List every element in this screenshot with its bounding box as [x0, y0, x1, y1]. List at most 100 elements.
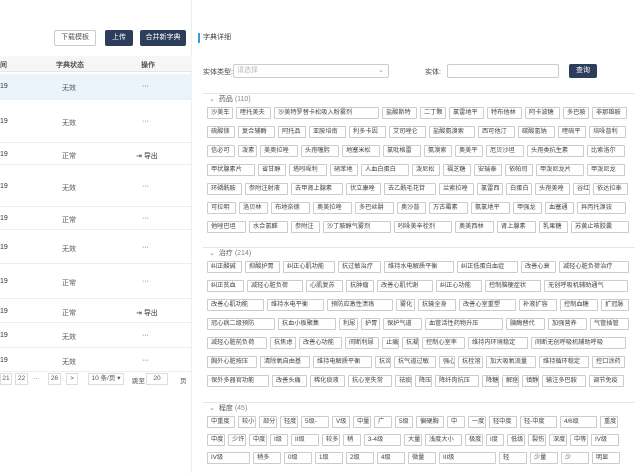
- dictionary-tag[interactable]: 预防应激性溃疡: [327, 299, 393, 311]
- dictionary-tag[interactable]: 抗炎: [375, 356, 391, 368]
- dictionary-tag[interactable]: 间断无创呼吸机辅助呼吸: [531, 337, 626, 349]
- dictionary-tag[interactable]: 苏黄止咳胶囊: [571, 221, 629, 233]
- dictionary-tag[interactable]: 泼素: [238, 145, 257, 157]
- row-export-link[interactable]: ⇥ 导出: [136, 151, 158, 161]
- dictionary-tag[interactable]: 依帕司: [505, 164, 533, 176]
- dictionary-tag[interactable]: 血管活性药物升压: [425, 318, 503, 330]
- dictionary-tag[interactable]: 参附注射液: [245, 183, 288, 195]
- dictionary-tag[interactable]: 4/6级: [560, 416, 597, 428]
- dictionary-tag[interactable]: 护胃: [361, 318, 380, 330]
- dictionary-tag[interactable]: 抗输全身: [418, 299, 456, 311]
- dictionary-tag[interactable]: 多巴胺: [563, 107, 589, 119]
- page-22[interactable]: 22: [15, 373, 28, 385]
- dictionary-tag[interactable]: 多巴丝肼: [355, 202, 394, 214]
- dictionary-tag[interactable]: 地塞米松: [342, 145, 380, 157]
- dictionary-tag[interactable]: 广: [374, 416, 392, 428]
- dictionary-tag[interactable]: 洛贝林: [239, 202, 268, 214]
- dictionary-tag[interactable]: 美奥拉唑: [260, 145, 298, 157]
- section-header[interactable]: ⌄ 治疗 (214): [209, 248, 251, 258]
- dictionary-tag[interactable]: 改善心肌代谢: [377, 280, 433, 292]
- dictionary-tag[interactable]: 维持内环境稳定: [468, 337, 528, 349]
- dictionary-tag[interactable]: 一度: [468, 416, 486, 428]
- dictionary-tag[interactable]: 硫酸镁: [207, 126, 235, 138]
- dictionary-tag[interactable]: 中度: [249, 434, 267, 446]
- dictionary-tag[interactable]: 布地奈德: [271, 202, 310, 214]
- dictionary-tag[interactable]: 信必可: [207, 145, 235, 157]
- dictionary-tag[interactable]: 去乙酰毛花苷: [384, 183, 436, 195]
- dictionary-tag[interactable]: 环磷酰胺: [207, 183, 242, 195]
- dictionary-tag[interactable]: 微量: [408, 452, 436, 464]
- upload-button[interactable]: 上传: [105, 30, 133, 46]
- row-more-button[interactable]: ···: [142, 357, 149, 364]
- dictionary-tag[interactable]: 控制心室率: [422, 337, 465, 349]
- dictionary-tag[interactable]: 抑酸护胃: [245, 261, 280, 273]
- dictionary-tag[interactable]: 氯雷西: [477, 183, 503, 195]
- entity-type-select[interactable]: 请选择 ⌄: [233, 64, 389, 78]
- dictionary-tag[interactable]: 少: [561, 452, 589, 464]
- dictionary-tag[interactable]: 氯雷地平: [449, 107, 484, 119]
- dictionary-tag[interactable]: V级: [332, 416, 350, 428]
- dictionary-tag[interactable]: 万古霉素: [429, 202, 468, 214]
- dictionary-tag[interactable]: 稀化痰液: [310, 375, 345, 387]
- dictionary-tag[interactable]: 伏立康唑: [346, 183, 381, 195]
- dictionary-tag[interactable]: 减轻心脏负荷治疗: [559, 261, 629, 273]
- dictionary-tag[interactable]: 减轻心脏前负荷: [207, 337, 267, 349]
- dictionary-tag[interactable]: 止痛: [382, 337, 399, 349]
- dictionary-tag[interactable]: 稍: [343, 434, 361, 446]
- dictionary-tag[interactable]: 少许: [228, 434, 246, 446]
- dictionary-tag[interactable]: 0级: [284, 452, 312, 464]
- dictionary-tag[interactable]: 甲强龙: [513, 202, 542, 214]
- dictionary-tag[interactable]: 偏硬胸: [416, 416, 444, 428]
- dictionary-tag[interactable]: 扩冠脉: [601, 299, 629, 311]
- dictionary-tag[interactable]: 浅度大小: [425, 434, 462, 446]
- dictionary-tag[interactable]: 雾化: [396, 299, 415, 311]
- dictionary-tag[interactable]: 泼尼松: [412, 164, 440, 176]
- dictionary-tag[interactable]: 奥美拉唑: [313, 202, 352, 214]
- row-more-button[interactable]: ···: [142, 183, 149, 190]
- dictionary-tag[interactable]: 奥美西林: [455, 221, 494, 233]
- dictionary-tag[interactable]: 控制血糖: [560, 299, 598, 311]
- page-21[interactable]: 21: [0, 373, 12, 385]
- dictionary-tag[interactable]: 减轻心脏负荷: [247, 280, 303, 292]
- dictionary-tag[interactable]: 改善头痛: [272, 375, 307, 387]
- row-more-button[interactable]: ···: [142, 244, 149, 251]
- dictionary-tag[interactable]: 胸外心脏按压: [207, 356, 257, 368]
- dictionary-tag[interactable]: 轻: [499, 452, 527, 464]
- dictionary-tag[interactable]: 甲状腺素片: [207, 164, 255, 176]
- dictionary-tag[interactable]: 兰索拉唑: [439, 183, 474, 195]
- dictionary-tag[interactable]: 阿卡波糖: [525, 107, 560, 119]
- dictionary-tag[interactable]: 异丙托溴铵: [577, 202, 626, 214]
- dictionary-tag[interactable]: 二丁颗: [420, 107, 446, 119]
- dictionary-tag[interactable]: 阿托品: [278, 126, 306, 138]
- dictionary-tag[interactable]: 大量: [404, 434, 422, 446]
- dictionary-tag[interactable]: 可拉明: [207, 202, 236, 214]
- dictionary-tag[interactable]: 奥美平: [455, 145, 483, 157]
- dictionary-tag[interactable]: 盐酸斯特: [382, 107, 417, 119]
- table-row[interactable]: 19 无效 ···: [0, 101, 192, 143]
- dictionary-tag[interactable]: 利多卡因: [349, 126, 386, 138]
- row-more-button[interactable]: ···: [142, 278, 149, 285]
- dictionary-tag[interactable]: 硝苯地: [330, 164, 358, 176]
- table-row[interactable]: 19 无效 ···: [0, 74, 192, 100]
- dictionary-tag[interactable]: 2级: [346, 452, 374, 464]
- dictionary-tag[interactable]: 5级-: [301, 416, 329, 428]
- dictionary-tag[interactable]: 轻度: [280, 416, 298, 428]
- table-row[interactable]: 19 无效 ···: [0, 167, 192, 207]
- dictionary-tag[interactable]: 心肌复苏: [306, 280, 343, 292]
- dictionary-tag[interactable]: 沙丁胺醇气雾剂: [323, 221, 391, 233]
- dictionary-tag[interactable]: 抗肿瘤: [346, 280, 374, 292]
- dictionary-tag[interactable]: 谷红: [573, 183, 590, 195]
- dictionary-tag[interactable]: 抗过敏治疗: [338, 261, 381, 273]
- dictionary-tag[interactable]: 水合氯醛: [249, 221, 288, 233]
- dictionary-tag[interactable]: 控制脑梗症状: [485, 280, 541, 292]
- row-more-button[interactable]: ···: [142, 332, 149, 339]
- dictionary-tag[interactable]: 氯吡格雷: [383, 145, 421, 157]
- dictionary-tag[interactable]: 间断利尿: [345, 337, 379, 349]
- table-row[interactable]: 19 无效 ···: [0, 350, 192, 372]
- dictionary-tag[interactable]: 改善心肌功能: [207, 299, 264, 311]
- dictionary-tag[interactable]: 沙美车: [207, 107, 233, 119]
- dictionary-tag[interactable]: 奥沙普: [397, 202, 426, 214]
- dictionary-tag[interactable]: 抗栓溶: [458, 356, 483, 368]
- dictionary-tag[interactable]: 氨溴索: [424, 145, 452, 157]
- jump-page-input[interactable]: 20: [146, 373, 168, 385]
